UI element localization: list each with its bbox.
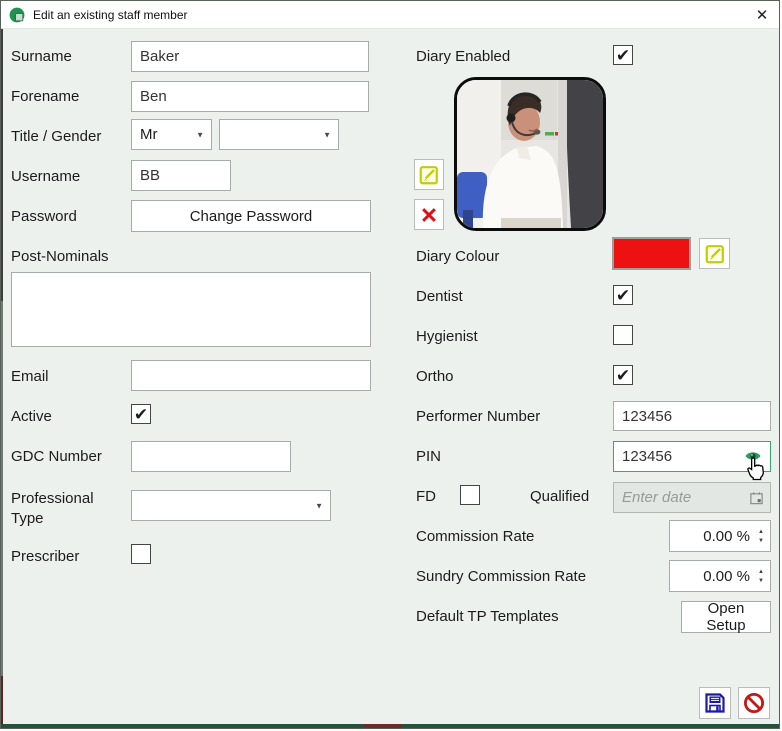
prescriber-checkbox[interactable] xyxy=(131,544,151,564)
qualified-date-input[interactable]: Enter date xyxy=(613,482,771,513)
post-nominals-label: Post-Nominals xyxy=(11,247,109,267)
hand-cursor xyxy=(742,455,768,481)
date-placeholder: Enter date xyxy=(622,489,691,506)
edge-artifact xyxy=(1,301,3,676)
edge-artifact xyxy=(1,29,3,301)
fd-label: FD xyxy=(416,487,436,507)
spin-up-icon[interactable]: ▲ xyxy=(758,529,764,535)
sundry-commission-rate-value: 0.00 % xyxy=(670,568,754,585)
window-title: Edit an existing staff member xyxy=(33,8,188,22)
spin-down-icon[interactable]: ▼ xyxy=(758,578,764,584)
prescriber-label: Prescriber xyxy=(11,547,79,567)
active-label: Active xyxy=(11,407,52,427)
spin-down-icon[interactable]: ▼ xyxy=(758,538,764,544)
post-nominals-input[interactable] xyxy=(11,272,371,347)
delete-x-icon xyxy=(419,205,439,225)
change-password-button[interactable]: Change Password xyxy=(131,200,371,232)
title-dropdown-value: Mr xyxy=(140,126,158,143)
gdc-number-label: GDC Number xyxy=(11,447,102,467)
username-label: Username xyxy=(11,167,80,187)
check-icon: ✔ xyxy=(616,287,630,304)
diary-colour-label: Diary Colour xyxy=(416,247,499,267)
save-floppy-icon xyxy=(703,691,727,715)
chevron-down-icon: ▼ xyxy=(323,130,331,139)
active-checkbox[interactable]: ✔ xyxy=(131,404,151,424)
professional-type-dropdown[interactable]: ▼ xyxy=(131,490,331,521)
password-label: Password xyxy=(11,207,77,227)
bottom-border-strip xyxy=(364,724,401,728)
ortho-checkbox[interactable]: ✔ xyxy=(613,365,633,385)
commission-rate-label: Commission Rate xyxy=(416,527,534,547)
app-logo-icon xyxy=(9,7,25,23)
edit-staff-dialog: Edit an existing staff member ✕ Surname … xyxy=(0,0,780,729)
forename-label: Forename xyxy=(11,87,79,107)
chevron-down-icon: ▼ xyxy=(196,130,204,139)
close-icon[interactable]: ✕ xyxy=(745,1,779,28)
check-icon: ✔ xyxy=(616,47,630,64)
save-button[interactable] xyxy=(699,687,731,719)
default-tp-templates-label: Default TP Templates xyxy=(416,607,559,627)
fd-checkbox[interactable] xyxy=(460,485,480,505)
performer-number-input[interactable] xyxy=(613,401,771,431)
edge-artifact xyxy=(1,676,3,729)
title-gender-label: Title / Gender xyxy=(11,127,101,147)
gdc-number-input[interactable] xyxy=(131,441,291,472)
edit-pencil-icon xyxy=(418,164,440,186)
commission-rate-stepper[interactable]: 0.00 % ▲ ▼ xyxy=(669,520,771,552)
hygienist-label: Hygienist xyxy=(416,327,478,347)
diary-colour-swatch[interactable] xyxy=(612,237,691,270)
forename-input[interactable] xyxy=(131,81,369,112)
edit-photo-button[interactable] xyxy=(414,159,444,190)
dentist-checkbox[interactable]: ✔ xyxy=(613,285,633,305)
surname-input[interactable] xyxy=(131,41,369,72)
ortho-label: Ortho xyxy=(416,367,454,387)
dentist-label: Dentist xyxy=(416,287,463,307)
gender-dropdown[interactable]: ▼ xyxy=(219,119,339,150)
delete-photo-button[interactable] xyxy=(414,199,444,230)
sundry-commission-rate-stepper[interactable]: 0.00 % ▲ ▼ xyxy=(669,560,771,592)
open-setup-button[interactable]: Open Setup xyxy=(681,601,771,633)
sundry-commission-rate-label: Sundry Commission Rate xyxy=(416,567,586,587)
edit-pencil-icon xyxy=(704,243,726,265)
spin-up-icon[interactable]: ▲ xyxy=(758,569,764,575)
performer-number-label: Performer Number xyxy=(416,407,540,427)
diary-enabled-label: Diary Enabled xyxy=(416,47,510,67)
email-label: Email xyxy=(11,367,49,387)
hygienist-checkbox[interactable] xyxy=(613,325,633,345)
calendar-icon xyxy=(749,490,764,505)
email-input[interactable] xyxy=(131,360,371,391)
cancel-prohibition-icon xyxy=(742,691,766,715)
cancel-button[interactable] xyxy=(738,687,770,719)
professional-type-label: Professional Type xyxy=(11,489,123,529)
qualified-label: Qualified xyxy=(530,487,589,507)
check-icon: ✔ xyxy=(134,406,148,423)
title-dropdown[interactable]: Mr ▼ xyxy=(131,119,212,150)
edit-diary-colour-button[interactable] xyxy=(699,238,730,269)
username-input[interactable] xyxy=(131,160,231,191)
diary-enabled-checkbox[interactable]: ✔ xyxy=(613,45,633,65)
check-icon: ✔ xyxy=(616,367,630,384)
staff-photo xyxy=(454,77,606,231)
commission-rate-value: 0.00 % xyxy=(670,528,754,545)
chevron-down-icon: ▼ xyxy=(315,501,323,510)
title-bar: Edit an existing staff member ✕ xyxy=(1,1,779,29)
pin-label: PIN xyxy=(416,447,441,467)
surname-label: Surname xyxy=(11,47,72,67)
